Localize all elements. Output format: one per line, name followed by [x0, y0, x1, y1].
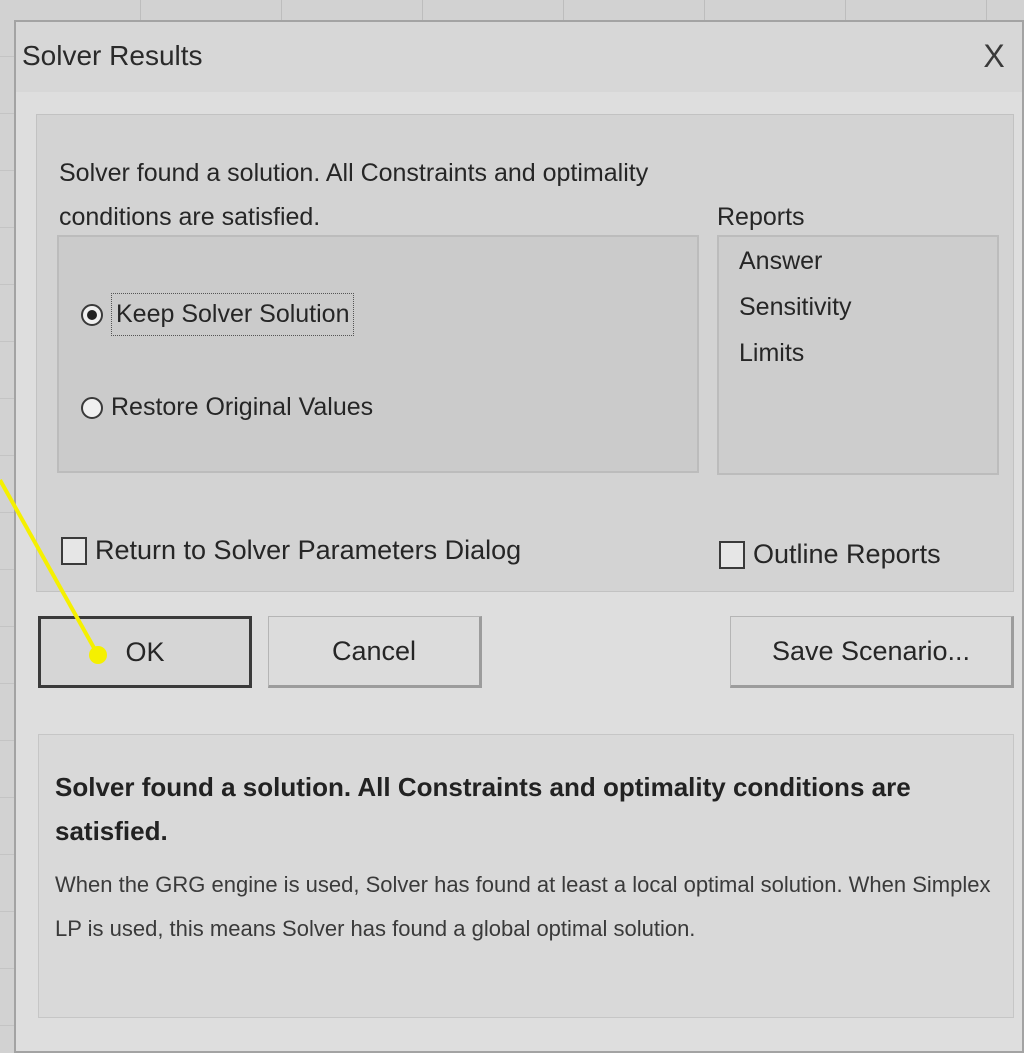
title-bar: Solver Results X: [16, 22, 1022, 92]
restore-values-label: Restore Original Values: [111, 393, 374, 421]
keep-solution-radio[interactable]: [81, 303, 103, 326]
restore-values-option[interactable]: Restore Original Values: [81, 393, 373, 422]
restore-values-radio[interactable]: [81, 396, 103, 419]
keep-solution-label: Keep Solver Solution: [111, 293, 355, 336]
status-message: Solver found a solution. All Constraints…: [59, 159, 649, 231]
return-to-parameters-checkbox[interactable]: [61, 536, 87, 565]
dialog-title: Solver Results: [22, 40, 203, 71]
solver-results-dialog: Solver Results X Solver found a solution…: [14, 20, 1024, 1053]
return-to-parameters-option[interactable]: Return to Solver Parameters Dialog: [61, 535, 521, 566]
info-heading: Solver found a solution. All Constraints…: [55, 772, 911, 846]
reports-list[interactable]: Answer Sensitivity Limits: [717, 235, 999, 475]
solution-options-group: Keep Solver Solution Restore Original Va…: [57, 235, 699, 473]
ok-button[interactable]: OK: [38, 616, 252, 688]
keep-solution-option[interactable]: Keep Solver Solution: [81, 293, 355, 336]
report-item-answer[interactable]: Answer: [739, 247, 822, 276]
report-item-sensitivity[interactable]: Sensitivity: [739, 293, 852, 322]
outline-reports-option[interactable]: Outline Reports: [719, 539, 941, 570]
close-icon[interactable]: X: [974, 36, 1014, 76]
info-panel: Solver found a solution. All Constraints…: [38, 734, 1014, 1018]
save-scenario-button[interactable]: Save Scenario...: [730, 616, 1014, 688]
report-item-limits[interactable]: Limits: [739, 339, 804, 368]
results-panel: Solver found a solution. All Constraints…: [36, 114, 1014, 592]
return-to-parameters-label: Return to Solver Parameters Dialog: [95, 535, 522, 565]
cancel-button[interactable]: Cancel: [268, 616, 482, 688]
outline-reports-label: Outline Reports: [753, 539, 941, 569]
info-body: When the GRG engine is used, Solver has …: [55, 872, 991, 941]
outline-reports-checkbox[interactable]: [719, 540, 745, 569]
reports-label: Reports: [717, 203, 805, 231]
